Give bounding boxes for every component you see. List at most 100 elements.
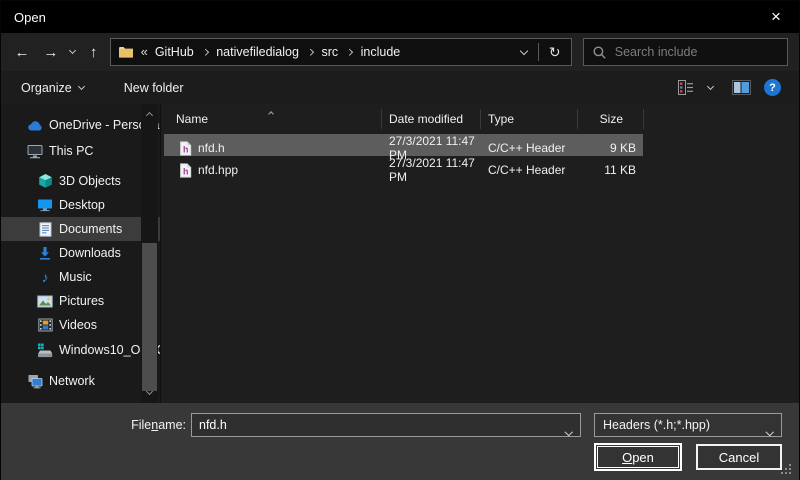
command-bar: Organize New folder ? — [1, 71, 799, 104]
file-name-label: File name: — [1, 413, 186, 437]
back-arrow-icon: ← — [14, 44, 29, 61]
open-button[interactable]: Open — [597, 446, 679, 468]
new-folder-label: New folder — [124, 81, 184, 95]
address-bar[interactable]: « GitHub nativefiledialog src include ↻ — [110, 38, 572, 66]
navigation-bar: ← → ↑ « GitHub nativefiledialog src incl… — [1, 33, 799, 71]
pictures-icon — [37, 293, 53, 309]
file-name-cell: h nfd.h — [164, 141, 382, 156]
file-name-label-accel: n — [151, 418, 158, 432]
downloads-arrow-icon — [37, 245, 53, 261]
close-button[interactable]: × — [753, 1, 799, 33]
documents-icon — [37, 221, 53, 237]
file-type-value: Headers (*.h;*.hpp) — [603, 418, 710, 432]
sidebar-item-desktop[interactable]: Desktop — [1, 193, 160, 217]
scroll-up-button[interactable] — [141, 106, 158, 122]
header-file-icon: h — [179, 141, 192, 156]
breadcrumb-overflow[interactable]: « — [141, 44, 148, 59]
file-size-cell: 9 KB — [578, 141, 640, 155]
file-size-cell: 11 KB — [578, 163, 640, 177]
folder-icon — [118, 45, 134, 59]
search-box — [583, 38, 788, 66]
file-name-label-pre: File — [131, 418, 151, 432]
sidebar-item-music[interactable]: ♪ Music — [1, 265, 160, 289]
sidebar-item-this-pc[interactable]: This PC — [1, 139, 160, 163]
search-icon — [593, 46, 606, 59]
hard-drive-icon — [37, 342, 53, 358]
open-button-accel: O — [622, 450, 632, 465]
title-bar: Open × — [1, 1, 799, 33]
forward-arrow-icon: → — [43, 44, 58, 61]
help-icon[interactable]: ? — [764, 79, 781, 96]
file-type-cell: C/C++ Header — [481, 141, 578, 155]
breadcrumb-item-github[interactable]: GitHub — [151, 45, 198, 59]
organize-label: Organize — [21, 81, 72, 95]
recent-locations-button[interactable] — [65, 38, 81, 66]
sidebar-item-videos[interactable]: Videos — [1, 313, 160, 337]
sidebar-item-documents[interactable]: Documents — [1, 217, 160, 241]
dialog-title: Open — [1, 10, 46, 25]
breadcrumb-item-include[interactable]: include — [357, 45, 405, 59]
dialog-footer: File name: Headers (*.h;*.hpp) Open Canc… — [1, 403, 799, 480]
address-dropdown-button[interactable] — [510, 39, 538, 65]
sidebar-item-label: Music — [59, 270, 92, 284]
view-dropdown-chevron-icon[interactable] — [707, 82, 714, 89]
forward-button[interactable]: → — [37, 38, 65, 66]
search-input[interactable] — [615, 45, 778, 59]
chevron-down-icon — [146, 388, 153, 395]
file-name: nfd.hpp — [198, 163, 238, 177]
file-row-nfd-h[interactable]: h nfd.h 27/3/2021 11:47 PM C/C++ Header … — [164, 134, 643, 156]
open-file-dialog: Open × ← → ↑ « GitHub nativefiledialog s… — [0, 0, 800, 480]
breadcrumb-separator-icon — [346, 49, 352, 55]
onedrive-cloud-icon — [27, 117, 43, 133]
breadcrumb-item-src[interactable]: src — [317, 45, 342, 59]
computer-icon — [27, 143, 43, 159]
cancel-button[interactable]: Cancel — [696, 444, 782, 470]
svg-text:h: h — [183, 166, 189, 176]
file-name-input[interactable] — [192, 414, 580, 436]
details-view-icon[interactable] — [678, 80, 695, 95]
breadcrumb-separator-icon — [307, 49, 313, 55]
sidebar-item-label: Downloads — [59, 246, 121, 260]
sidebar-item-pictures[interactable]: Pictures — [1, 289, 160, 313]
file-date-cell: 27/3/2021 11:47 PM — [382, 156, 481, 184]
preview-pane-icon[interactable] — [732, 80, 751, 95]
file-row-nfd-hpp[interactable]: h nfd.hpp 27/3/2021 11:47 PM C/C++ Heade… — [164, 156, 643, 178]
up-button[interactable]: ↑ — [81, 38, 107, 66]
sidebar-item-label: Desktop — [59, 198, 105, 212]
file-list-pane: Name Date modified Type Size h nfd.h 27/… — [161, 104, 799, 403]
chevron-down-icon[interactable] — [566, 423, 572, 437]
breadcrumb-item-nativefiledialog[interactable]: nativefiledialog — [212, 45, 303, 59]
scroll-down-button[interactable] — [141, 385, 158, 401]
organize-button[interactable]: Organize — [21, 81, 84, 95]
column-header-date-modified[interactable]: Date modified — [382, 109, 481, 129]
sidebar-item-network[interactable]: Network — [1, 369, 160, 393]
up-arrow-icon: ↑ — [90, 44, 98, 61]
sidebar-item-onedrive[interactable]: OneDrive - Personal — [1, 113, 160, 137]
chevron-up-icon — [146, 112, 153, 119]
cube-3d-icon — [37, 173, 53, 189]
column-header-size[interactable]: Size — [578, 109, 644, 129]
sidebar-item-label: Network — [49, 374, 95, 388]
sidebar-item-windows-drive[interactable]: Windows10_OS (C:) — [1, 338, 160, 362]
open-button-post: pen — [632, 450, 654, 465]
sort-ascending-icon — [269, 105, 273, 119]
file-type-select[interactable]: Headers (*.h;*.hpp) — [594, 413, 782, 437]
view-controls: ? — [678, 79, 781, 96]
sidebar-item-label: Videos — [59, 318, 97, 332]
file-name-label-post: ame: — [158, 418, 186, 432]
sidebar-item-downloads[interactable]: Downloads — [1, 241, 160, 265]
sidebar-item-label: This PC — [49, 144, 93, 158]
sidebar-item-3d-objects[interactable]: 3D Objects — [1, 169, 160, 193]
sidebar-scrollbar[interactable] — [141, 104, 158, 403]
help-glyph: ? — [769, 82, 776, 94]
column-header-type[interactable]: Type — [481, 109, 578, 129]
chevron-down-icon — [78, 82, 85, 89]
header-file-icon: h — [179, 163, 192, 178]
chevron-down-icon — [520, 46, 528, 54]
refresh-button[interactable]: ↻ — [539, 39, 571, 65]
new-folder-button[interactable]: New folder — [124, 81, 184, 95]
back-button[interactable]: ← — [7, 38, 37, 66]
file-name-combobox — [191, 413, 581, 437]
resize-grip[interactable] — [781, 464, 783, 466]
scrollbar-thumb[interactable] — [142, 243, 157, 391]
